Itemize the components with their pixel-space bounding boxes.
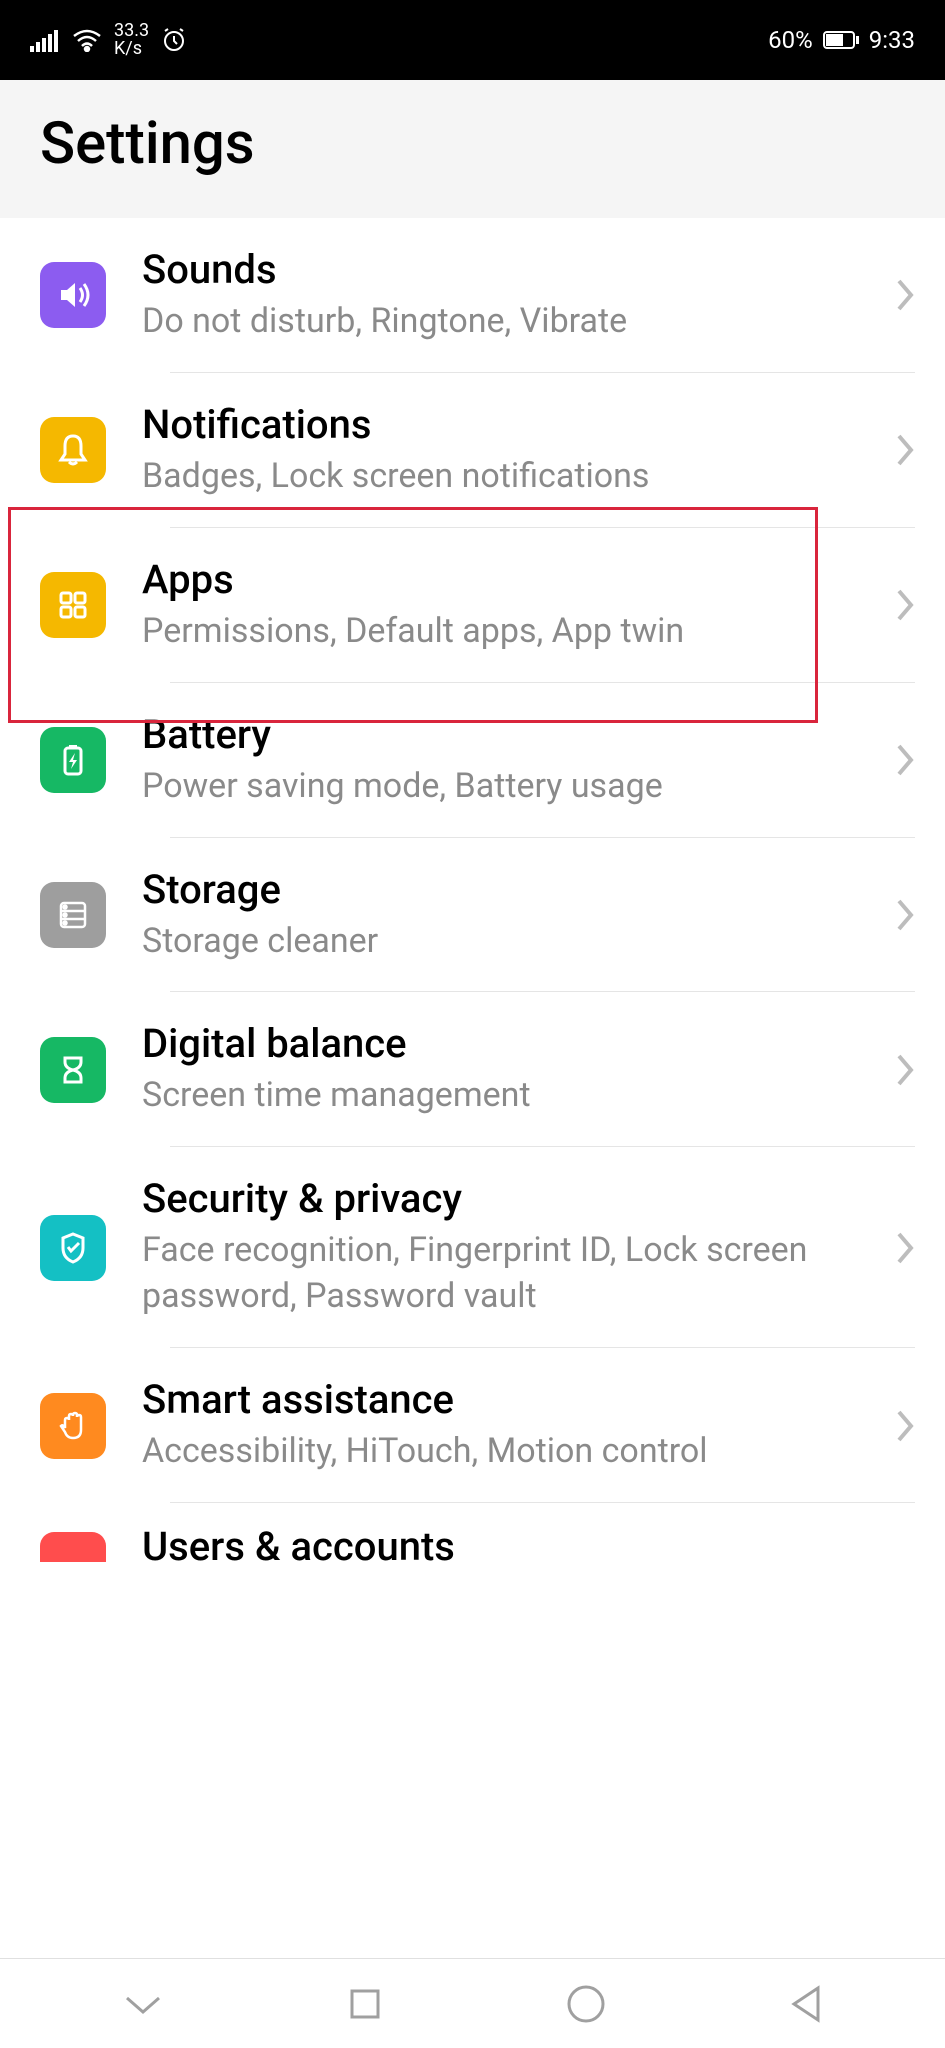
- chevron-right-icon: [895, 1230, 915, 1266]
- item-title: Apps: [142, 556, 859, 603]
- chevron-right-icon: [895, 1052, 915, 1088]
- chevron-right-icon: [895, 897, 915, 933]
- item-title: Security & privacy: [142, 1175, 859, 1222]
- status-left: 33.3 K/s: [30, 22, 187, 58]
- nav-collapse-button[interactable]: [121, 1990, 165, 2018]
- alarm-icon: [161, 27, 187, 53]
- item-title: Smart assistance: [142, 1376, 859, 1423]
- item-title: Battery: [142, 711, 859, 758]
- chevron-right-icon: [895, 1408, 915, 1444]
- battery-icon: [823, 30, 859, 50]
- item-content: Sounds Do not disturb, Ringtone, Vibrate: [142, 246, 859, 345]
- item-title: Digital balance: [142, 1020, 859, 1067]
- item-content: Apps Permissions, Default apps, App twin: [142, 556, 859, 655]
- status-bar: 33.3 K/s 60% 9:33: [0, 0, 945, 80]
- settings-header: Settings: [0, 80, 945, 218]
- item-subtitle: Accessibility, HiTouch, Motion control: [142, 1429, 859, 1475]
- shield-icon: [40, 1215, 106, 1281]
- signal-icon: [30, 28, 60, 52]
- item-subtitle: Power saving mode, Battery usage: [142, 764, 859, 810]
- settings-item-notifications[interactable]: Notifications Badges, Lock screen notifi…: [0, 373, 945, 528]
- item-subtitle: Storage cleaner: [142, 919, 859, 965]
- battery-item-icon: [40, 727, 106, 793]
- navigation-bar: [0, 1958, 945, 2048]
- nav-home-button[interactable]: [565, 1983, 607, 2025]
- settings-item-security[interactable]: Security & privacy Face recognition, Fin…: [0, 1147, 945, 1348]
- item-content: Battery Power saving mode, Battery usage: [142, 711, 859, 810]
- status-right: 60% 9:33: [768, 26, 915, 54]
- settings-item-users-accounts[interactable]: Users & accounts: [0, 1503, 945, 1570]
- bell-icon: [40, 417, 106, 483]
- settings-item-apps[interactable]: Apps Permissions, Default apps, App twin: [0, 528, 945, 683]
- item-title: Storage: [142, 866, 859, 913]
- item-title: Users & accounts: [142, 1523, 455, 1570]
- item-subtitle: Screen time management: [142, 1073, 859, 1119]
- item-content: Storage Storage cleaner: [142, 866, 859, 965]
- settings-list: Sounds Do not disturb, Ringtone, Vibrate…: [0, 218, 945, 1570]
- chevron-right-icon: [895, 432, 915, 468]
- storage-icon: [40, 882, 106, 948]
- settings-item-storage[interactable]: Storage Storage cleaner: [0, 838, 945, 993]
- item-subtitle: Face recognition, Fingerprint ID, Lock s…: [142, 1228, 859, 1320]
- chevron-right-icon: [895, 742, 915, 778]
- status-time: 9:33: [869, 26, 915, 54]
- page-title: Settings: [40, 110, 905, 178]
- network-speed: 33.3 K/s: [114, 22, 149, 58]
- apps-icon: [40, 572, 106, 638]
- wifi-icon: [72, 28, 102, 52]
- nav-back-button[interactable]: [788, 1984, 824, 2024]
- hand-icon: [40, 1393, 106, 1459]
- item-content: Security & privacy Face recognition, Fin…: [142, 1175, 859, 1320]
- item-content: Notifications Badges, Lock screen notifi…: [142, 401, 859, 500]
- battery-percent: 60%: [768, 26, 813, 54]
- settings-item-smart-assistance[interactable]: Smart assistance Accessibility, HiTouch,…: [0, 1348, 945, 1503]
- item-content: Smart assistance Accessibility, HiTouch,…: [142, 1376, 859, 1475]
- item-subtitle: Badges, Lock screen notifications: [142, 454, 859, 500]
- item-title: Sounds: [142, 246, 859, 293]
- item-subtitle: Permissions, Default apps, App twin: [142, 609, 859, 655]
- item-subtitle: Do not disturb, Ringtone, Vibrate: [142, 299, 859, 345]
- sound-icon: [40, 262, 106, 328]
- nav-recent-button[interactable]: [346, 1985, 384, 2023]
- users-icon: [40, 1532, 106, 1562]
- settings-item-battery[interactable]: Battery Power saving mode, Battery usage: [0, 683, 945, 838]
- settings-item-digital-balance[interactable]: Digital balance Screen time management: [0, 992, 945, 1147]
- item-content: Digital balance Screen time management: [142, 1020, 859, 1119]
- hourglass-icon: [40, 1037, 106, 1103]
- chevron-right-icon: [895, 277, 915, 313]
- settings-item-sounds[interactable]: Sounds Do not disturb, Ringtone, Vibrate: [0, 218, 945, 373]
- chevron-right-icon: [895, 587, 915, 623]
- item-title: Notifications: [142, 401, 859, 448]
